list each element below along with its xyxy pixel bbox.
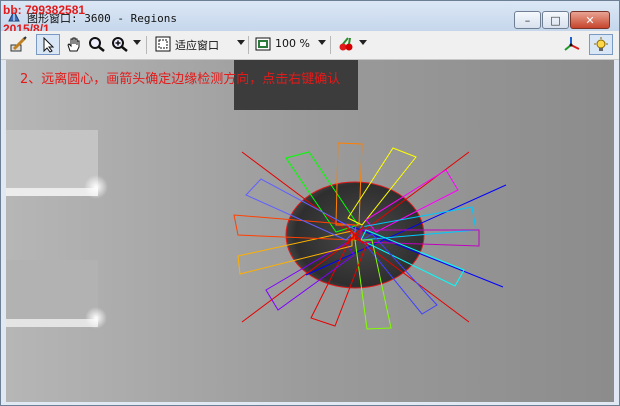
- close-icon: ✕: [585, 14, 595, 27]
- toolbar: 适应窗口 100 %: [1, 31, 619, 60]
- settings-icon: [594, 37, 608, 51]
- pointer-tool-button[interactable]: [36, 34, 60, 55]
- chevron-down-icon[interactable]: [133, 40, 141, 45]
- color-paint-icon: [339, 37, 353, 51]
- magnifier-icon: [89, 37, 105, 52]
- axes-icon: [564, 37, 580, 51]
- zoom-in-icon: [112, 37, 128, 52]
- color-button[interactable]: [336, 34, 356, 55]
- toolbar-divider: [330, 36, 331, 54]
- draw-tool-button[interactable]: [8, 34, 30, 55]
- zoom-level-button[interactable]: [253, 34, 273, 55]
- graphics-window: 图形窗口: 3600 - Regions – □ ✕ bb: 799382581…: [0, 0, 620, 406]
- pan-tool-button[interactable]: [63, 34, 85, 55]
- minimize-button[interactable]: –: [514, 11, 541, 29]
- watermark-qq: bb: 799382581: [3, 3, 86, 17]
- image-canvas[interactable]: 2、远离圆心，画箭头确定边缘检测方向，点击右键确认: [6, 60, 614, 402]
- left-slot-upper-edge: [6, 188, 98, 196]
- maximize-button[interactable]: □: [542, 11, 569, 29]
- minimize-icon: –: [524, 14, 531, 27]
- image-view: [6, 60, 614, 402]
- highlight-spot: [85, 307, 107, 329]
- left-slot-upper: [6, 130, 98, 190]
- zoom-tool-button[interactable]: [86, 34, 108, 55]
- pan-hand-icon: [67, 37, 80, 52]
- maximize-icon: □: [550, 14, 561, 27]
- chevron-down-icon[interactable]: [318, 40, 326, 45]
- fit-window-icon: [155, 36, 171, 52]
- settings-button[interactable]: [589, 34, 613, 55]
- left-slot-lower: [6, 260, 98, 322]
- highlight-spot: [84, 175, 108, 199]
- left-slot-lower-edge: [6, 319, 98, 327]
- title-bar[interactable]: 图形窗口: 3600 - Regions – □ ✕: [1, 1, 619, 31]
- instruction-text: 2、远离圆心，画箭头确定边缘检测方向，点击右键确认: [20, 72, 341, 87]
- pointer-icon: [43, 37, 55, 53]
- close-button[interactable]: ✕: [570, 11, 610, 29]
- chevron-down-icon[interactable]: [237, 40, 245, 45]
- zoom-in-button[interactable]: [109, 34, 131, 55]
- fit-window-button[interactable]: [153, 34, 173, 55]
- draw-icon: [10, 36, 27, 52]
- zoom-level-icon: [255, 37, 271, 51]
- axes-button[interactable]: [561, 34, 583, 55]
- fit-window-label[interactable]: 适应窗口: [175, 37, 219, 53]
- zoom-level-value[interactable]: 100 %: [275, 37, 310, 50]
- toolbar-divider: [146, 36, 147, 54]
- chevron-down-icon[interactable]: [359, 40, 367, 45]
- toolbar-divider: [248, 36, 249, 54]
